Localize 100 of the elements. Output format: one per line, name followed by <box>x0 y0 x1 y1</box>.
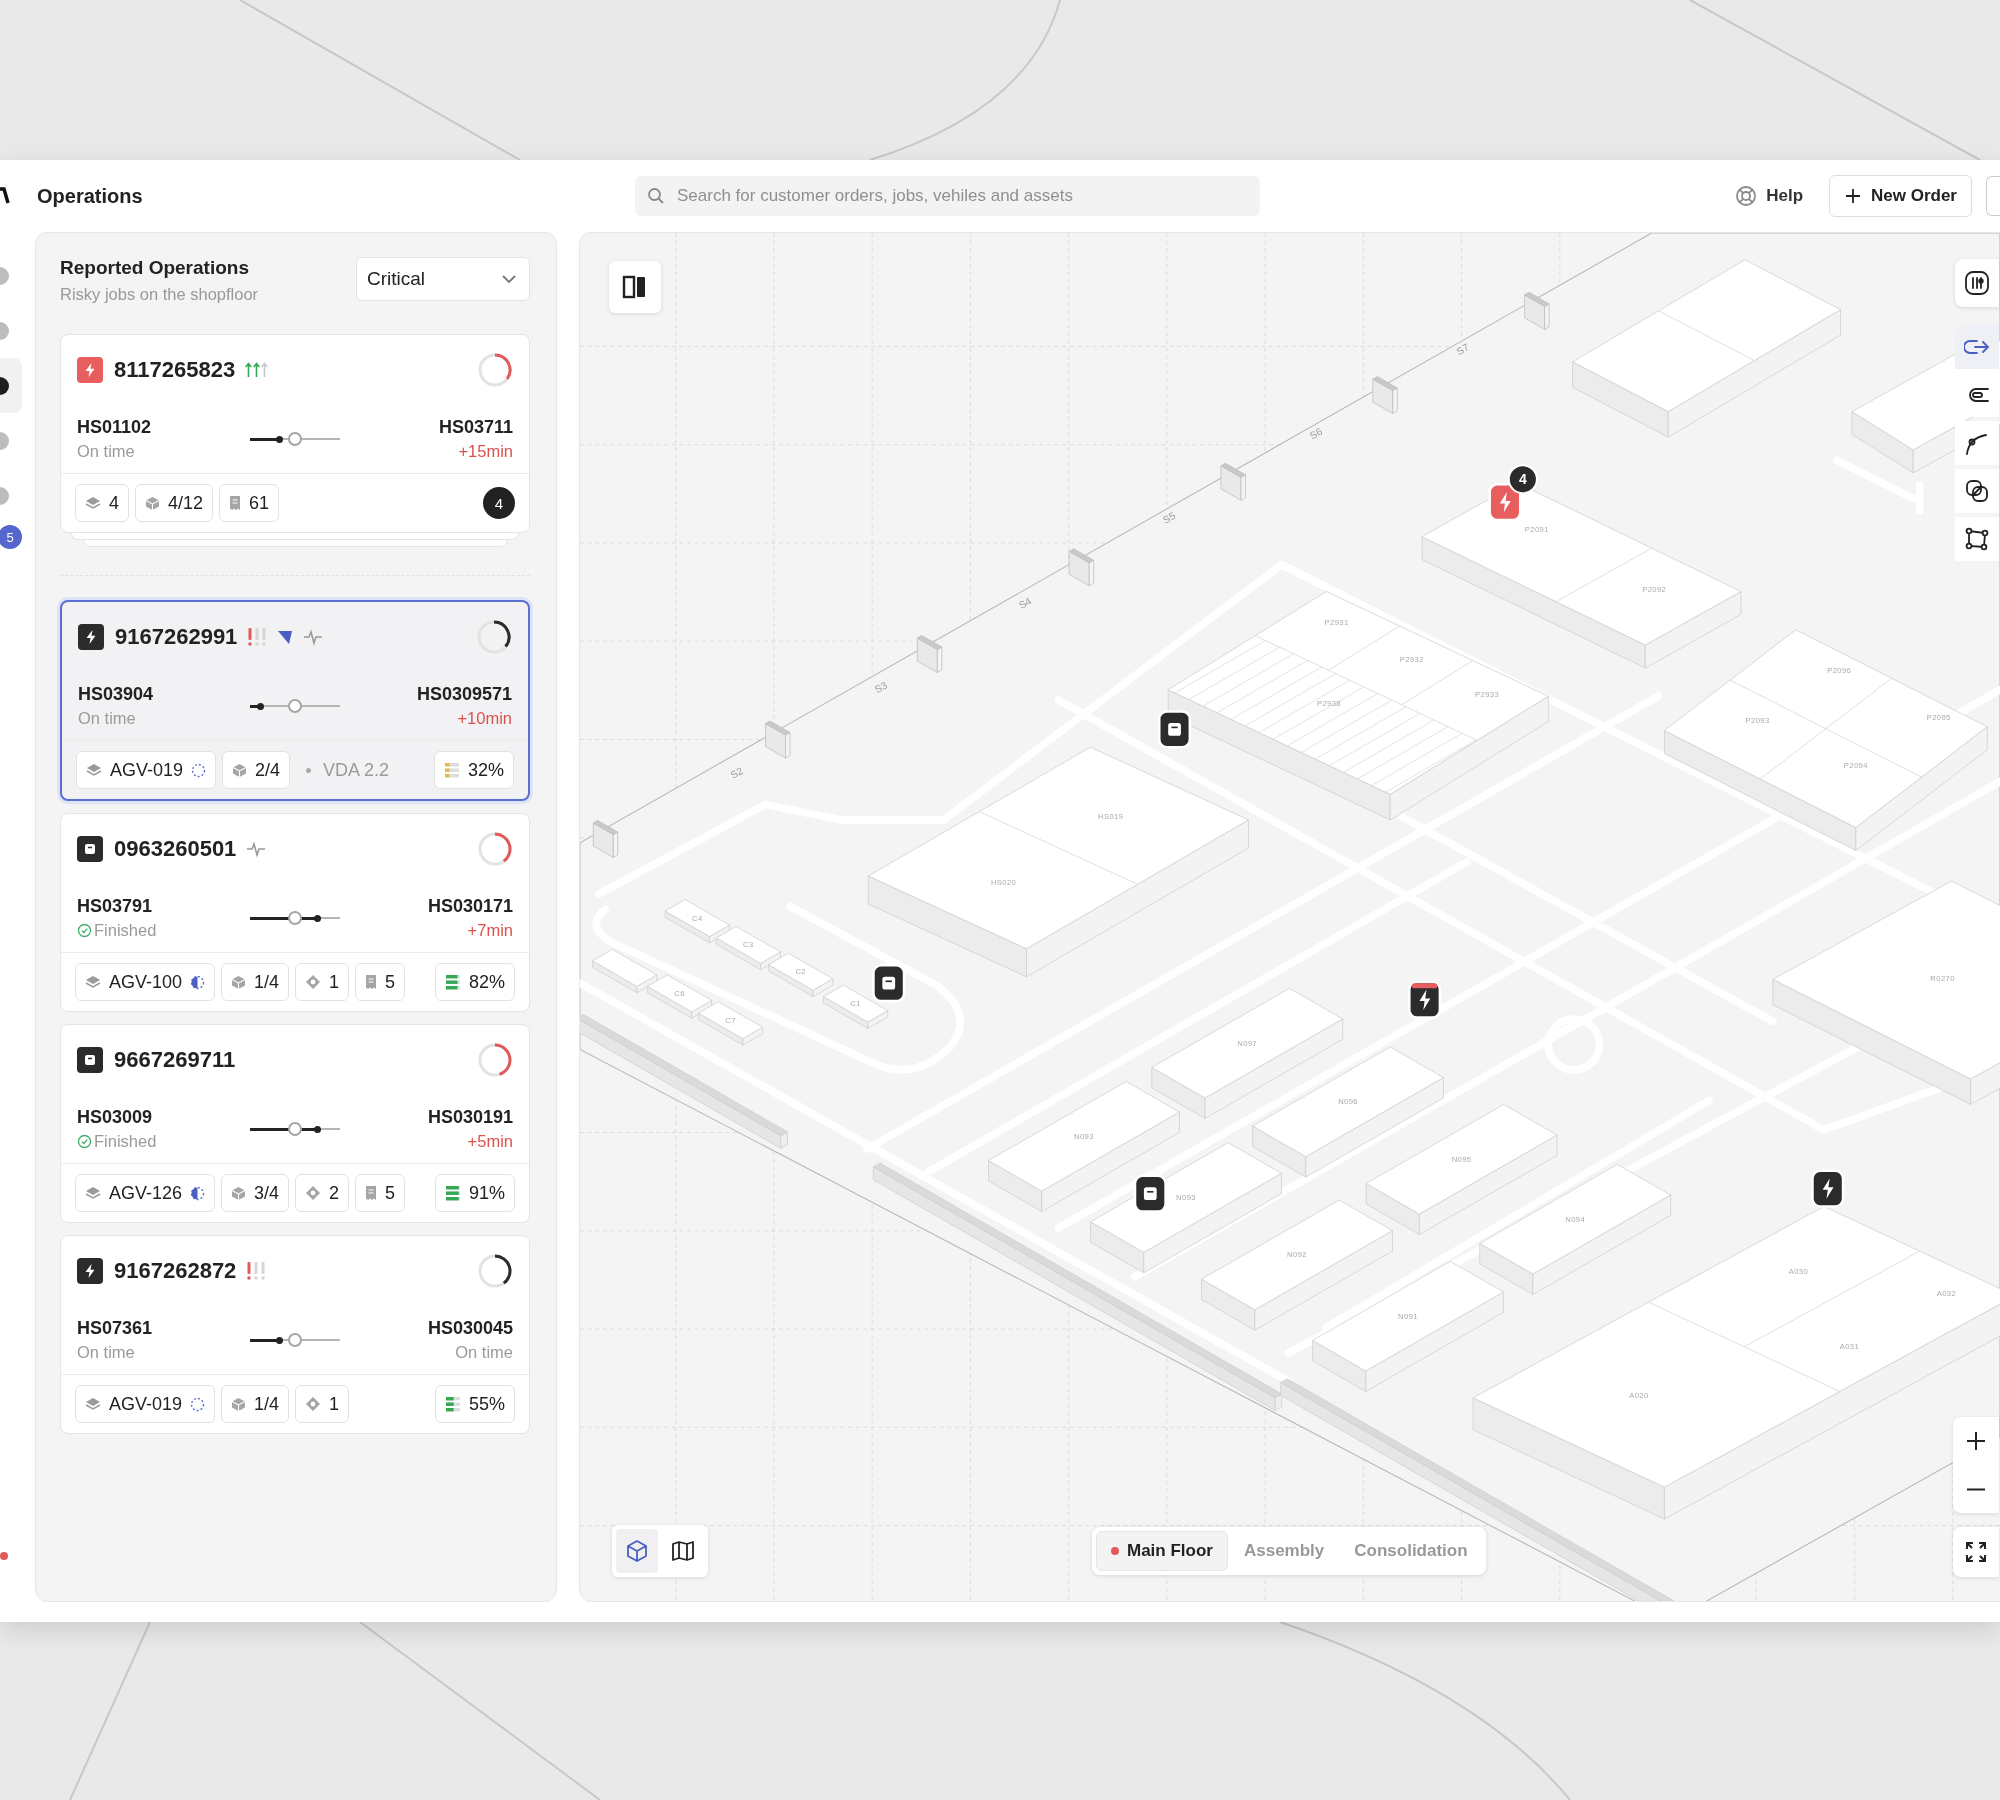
storage-block <box>715 926 781 971</box>
help-button[interactable]: Help <box>1735 185 1803 207</box>
nav-item[interactable] <box>0 358 22 413</box>
zone-label: C4 <box>692 913 703 923</box>
expand-icon <box>1964 1540 1988 1564</box>
overlap-tool-button[interactable] <box>1955 469 1999 513</box>
zone-label: A020 <box>1629 1390 1649 1400</box>
storage-block <box>768 952 834 997</box>
filter-dropdown[interactable]: Critical <box>356 257 530 301</box>
destination-status: On time <box>455 1343 513 1362</box>
layers-icon <box>85 1186 101 1200</box>
load-chip: 2/4 <box>222 751 291 789</box>
zone-label: HS020 <box>990 877 1017 887</box>
load-chip: 3/4 <box>221 1174 290 1212</box>
sliders-tool-button[interactable] <box>1955 259 1999 307</box>
progress-ring <box>476 619 512 655</box>
new-order-button[interactable]: New Order <box>1829 175 1972 217</box>
origin-code: HS03904 <box>78 684 155 705</box>
diamond-icon <box>305 1185 322 1201</box>
vehicle-chip: AGV-126 <box>75 1174 216 1212</box>
job-number: 8117265823 <box>114 357 236 383</box>
zone-label: A032 <box>1936 1288 1957 1298</box>
zone-label: P2932 <box>1399 654 1424 664</box>
check-circle-icon <box>77 1134 92 1149</box>
pillar <box>916 635 943 673</box>
battery-chip: 82% <box>434 963 515 1001</box>
panel-title: Reported Operations <box>60 257 250 279</box>
route-tool-button[interactable] <box>1955 325 1999 369</box>
load-chip: 1/4 <box>221 963 290 1001</box>
load-chip: 4/12 <box>135 484 214 522</box>
section-label: S2 <box>728 765 745 781</box>
cube-icon <box>231 1396 247 1412</box>
plus-icon <box>1844 187 1862 205</box>
origin-status: On time <box>77 442 136 461</box>
progress-ring <box>477 1253 513 1289</box>
cube-icon <box>231 974 247 990</box>
operation-card[interactable]: 9667269711 HS03009 Finished HS030191 +5min AGV-126 3/4 2 5 91% <box>60 1024 530 1223</box>
docs-chip: 61 <box>219 484 280 522</box>
zone-label: P2938 <box>1316 699 1341 709</box>
destination-code: HS030045 <box>427 1318 513 1339</box>
box-marker[interactable] <box>1157 710 1192 749</box>
layers-chip: 4 <box>75 484 129 522</box>
box-marker[interactable] <box>1133 1174 1167 1213</box>
sidebar-toggle-button[interactable] <box>609 261 661 313</box>
origin-code: HS03009 <box>77 1107 154 1128</box>
floor-tab[interactable]: Main Floor <box>1096 1531 1228 1571</box>
operation-card[interactable]: 9167262991 HS03904 On time HS0309571 +10min AGV-019 2/4 VDA 2.2 32% <box>60 600 530 801</box>
pennant-icon <box>277 629 294 645</box>
sliders-icon <box>1964 270 1990 296</box>
destination-code: HS030191 <box>427 1107 513 1128</box>
zone-label: N095 <box>1451 1154 1472 1164</box>
destination-status: +5min <box>467 1132 513 1151</box>
docs-chip: 5 <box>355 1174 406 1212</box>
destination-code: HS0309571 <box>416 684 512 705</box>
zone-label: N093 <box>1176 1193 1196 1203</box>
origin-code: HS01102 <box>77 417 153 438</box>
bolt-marker[interactable] <box>1488 483 1522 522</box>
logo-icon[interactable] <box>0 187 10 205</box>
map-icon <box>670 1538 696 1564</box>
section-label: S6 <box>1307 425 1325 442</box>
operation-card[interactable]: 8117265823 HS01102 On time HS03711 +15min 4 4/12 61 4 <box>60 334 530 533</box>
zone-label: P2094 <box>1843 760 1868 770</box>
operation-card[interactable]: 9167262872 HS07361 On time HS030045 On time AGV-019 1/4 1 55% <box>60 1235 530 1434</box>
pillar <box>592 820 619 858</box>
docs-chip: 5 <box>355 963 406 1001</box>
destination-code: HS030171 <box>427 896 513 917</box>
zone-label: P2931 <box>1324 617 1349 627</box>
operation-card[interactable]: 0963260501 HS03791 Finished HS030171 +7min AGV-100 1/4 1 5 82% <box>60 813 530 1012</box>
chevron-down-icon <box>501 274 517 284</box>
pillar <box>765 720 791 759</box>
search-field[interactable]: Search for customer orders, jobs, vehiles and assets <box>635 176 1260 216</box>
zone-label: C2 <box>795 967 806 977</box>
cube-icon <box>624 1538 650 1564</box>
zone-label: C1 <box>850 999 861 1009</box>
origin-code: HS07361 <box>77 1318 154 1339</box>
minus-icon <box>1966 1487 1986 1491</box>
zone-label: HS019 <box>1098 811 1124 821</box>
box-marker[interactable] <box>872 964 906 1003</box>
cube-view-button[interactable] <box>616 1529 658 1573</box>
diamond-icon <box>305 1396 322 1412</box>
progress-ring <box>477 831 513 867</box>
finished-status: Finished <box>77 1132 250 1151</box>
fullscreen-button[interactable] <box>1953 1527 1999 1577</box>
zone-label: N097 <box>1237 1038 1258 1048</box>
layers-icon <box>85 975 101 989</box>
plus-icon <box>1964 1429 1988 1453</box>
polygon-tool-button[interactable] <box>1955 517 1999 561</box>
zone-label: C3 <box>743 940 754 950</box>
zone-label: P2096 <box>1827 666 1852 676</box>
battery-chip: 32% <box>433 751 514 789</box>
zone-label: N092 <box>1287 1250 1307 1260</box>
battery-bars-icon <box>443 762 460 778</box>
curve-tool-button[interactable] <box>1955 421 1999 465</box>
zone-label: C6 <box>674 988 685 998</box>
job-number: 9167262991 <box>115 624 238 650</box>
destination-code: HS03711 <box>438 417 513 438</box>
bolt-marker[interactable] <box>1408 980 1442 1019</box>
storage-block <box>646 974 713 1019</box>
bolt-marker[interactable] <box>1811 1169 1845 1208</box>
polygon-icon <box>1964 526 1990 552</box>
